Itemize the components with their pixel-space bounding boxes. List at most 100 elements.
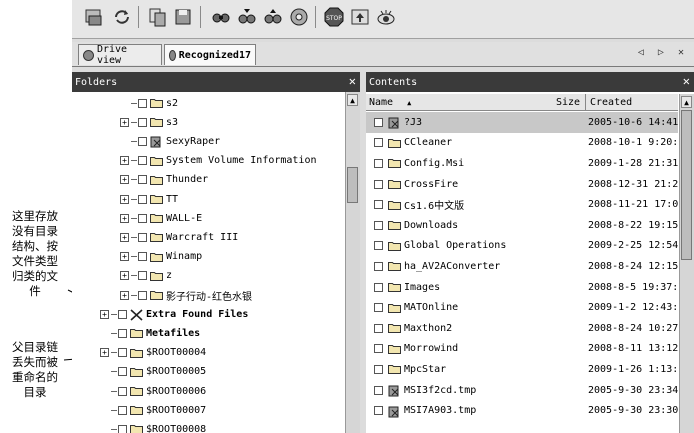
tree-checkbox[interactable] xyxy=(118,328,127,338)
tree-checkbox[interactable] xyxy=(118,424,127,433)
disk-map-icon[interactable] xyxy=(287,5,311,29)
row-checkbox[interactable] xyxy=(374,138,383,148)
find-next-icon[interactable] xyxy=(235,5,259,29)
table-row[interactable]: MSI3f2cd.tmp 2005-9-30 23:34 xyxy=(366,380,678,401)
row-checkbox[interactable] xyxy=(374,323,383,333)
close-icon[interactable]: ✕ xyxy=(349,74,356,88)
expand-toggle-icon[interactable]: + xyxy=(120,117,129,127)
column-header-size[interactable]: Size xyxy=(556,97,580,108)
tree-checkbox[interactable] xyxy=(118,309,127,319)
tree-item[interactable]: + 影子行动-红色水银 xyxy=(120,286,252,304)
table-row[interactable]: Maxthon2 2008-8-24 10:27 xyxy=(366,318,678,339)
tree-item[interactable]: + z xyxy=(120,267,172,285)
expand-toggle-icon[interactable]: + xyxy=(120,290,129,300)
tree-checkbox[interactable] xyxy=(138,252,147,262)
table-row[interactable]: CrossFire 2008-12-31 21:2 xyxy=(366,174,678,195)
tree-checkbox[interactable] xyxy=(138,156,147,166)
tree-item[interactable]: + System Volume Information xyxy=(120,152,317,170)
tree-checkbox[interactable] xyxy=(138,136,147,146)
row-checkbox[interactable] xyxy=(374,158,383,168)
copy-files-icon[interactable] xyxy=(146,5,170,29)
view-icon[interactable] xyxy=(374,5,398,29)
folders-scrollbar[interactable]: ▲ xyxy=(345,92,360,433)
scroll-up-icon[interactable]: ▲ xyxy=(347,94,358,106)
tab-drive-view[interactable]: Drive view xyxy=(78,44,162,66)
expand-toggle-icon[interactable]: + xyxy=(100,348,109,358)
row-checkbox[interactable] xyxy=(374,220,383,230)
row-checkbox[interactable] xyxy=(374,200,383,210)
tree-checkbox[interactable] xyxy=(138,194,147,204)
tree-item[interactable]: + Extra Found Files xyxy=(100,305,248,323)
row-checkbox[interactable] xyxy=(374,117,383,127)
tree-checkbox[interactable] xyxy=(138,213,147,223)
table-row[interactable]: MATOnline 2009-1-2 12:43: xyxy=(366,297,678,318)
tree-item[interactable]: + WALL-E xyxy=(120,209,202,227)
table-row[interactable]: ?J3 2005-10-6 14:41 xyxy=(366,112,678,133)
tree-checkbox[interactable] xyxy=(138,232,147,242)
tree-item[interactable]: + $ROOT00004 xyxy=(100,344,206,362)
scrollbar-thumb[interactable] xyxy=(681,110,692,260)
row-checkbox[interactable] xyxy=(374,282,383,292)
tree-checkbox[interactable] xyxy=(138,271,147,281)
scan-drive-icon[interactable] xyxy=(82,5,106,29)
tree-checkbox[interactable] xyxy=(118,348,127,358)
tree-checkbox[interactable] xyxy=(118,386,127,396)
row-checkbox[interactable] xyxy=(374,385,383,395)
column-header-name[interactable]: Name ▲ xyxy=(369,97,411,108)
find-previous-icon[interactable] xyxy=(261,5,285,29)
expand-toggle-icon[interactable]: + xyxy=(120,213,129,223)
expand-toggle-icon[interactable]: + xyxy=(120,175,129,185)
go-up-icon[interactable] xyxy=(348,5,372,29)
tree-checkbox[interactable] xyxy=(138,98,147,108)
table-row[interactable]: MpcStar 2009-1-26 1:13: xyxy=(366,359,678,380)
row-checkbox[interactable] xyxy=(374,261,383,271)
tree-item[interactable]: + Thunder xyxy=(120,171,208,189)
row-checkbox[interactable] xyxy=(374,179,383,189)
tree-item[interactable]: + TT xyxy=(120,190,178,208)
expand-toggle-icon[interactable]: + xyxy=(120,156,129,166)
expand-toggle-icon[interactable]: + xyxy=(120,252,129,262)
row-checkbox[interactable] xyxy=(374,241,383,251)
expand-toggle-icon[interactable]: + xyxy=(120,194,129,204)
table-row[interactable]: Cs1.6中文版 2008-11-21 17:0 xyxy=(366,194,678,215)
tree-item[interactable]: s2 xyxy=(120,94,178,112)
tree-checkbox[interactable] xyxy=(118,367,127,377)
row-checkbox[interactable] xyxy=(374,406,383,416)
table-row[interactable]: MSI7A903.tmp 2005-9-30 23:30 xyxy=(366,400,678,421)
tab-navigation[interactable]: ◁ ▷ ✕ xyxy=(638,47,688,58)
tree-item[interactable]: $ROOT00007 xyxy=(100,401,206,419)
row-checkbox[interactable] xyxy=(374,303,383,313)
tree-checkbox[interactable] xyxy=(118,405,127,415)
tree-checkbox[interactable] xyxy=(138,175,147,185)
tree-checkbox[interactable] xyxy=(138,117,147,127)
tree-checkbox[interactable] xyxy=(138,290,147,300)
find-icon[interactable] xyxy=(209,5,233,29)
table-row[interactable]: ha_AV2AConverter 2008-8-24 12:15 xyxy=(366,256,678,277)
table-row[interactable]: Images 2008-8-5 19:37: xyxy=(366,277,678,298)
table-row[interactable]: CCleaner 2008-10-1 9:20: xyxy=(366,133,678,154)
column-divider[interactable] xyxy=(585,94,586,111)
tree-item[interactable]: SexyRaper xyxy=(120,132,220,150)
table-row[interactable]: Config.Msi 2009-1-28 21:31 xyxy=(366,153,678,174)
stop-icon[interactable]: STOP xyxy=(322,5,346,29)
table-row[interactable]: Downloads 2008-8-22 19:15 xyxy=(366,215,678,236)
column-header-created[interactable]: Created xyxy=(590,97,632,108)
refresh-icon[interactable] xyxy=(110,5,134,29)
save-files-icon[interactable] xyxy=(172,5,196,29)
tree-item[interactable]: + s3 xyxy=(120,113,178,131)
expand-toggle-icon[interactable]: + xyxy=(120,271,129,281)
row-checkbox[interactable] xyxy=(374,344,383,354)
table-row[interactable]: Global Operations 2009-2-25 12:54 xyxy=(366,236,678,257)
scroll-up-icon[interactable]: ▲ xyxy=(681,96,692,108)
contents-scrollbar[interactable]: ▲ xyxy=(679,94,694,433)
tree-item[interactable]: + Winamp xyxy=(120,248,202,266)
expand-toggle-icon[interactable]: + xyxy=(120,232,129,242)
close-icon[interactable]: ✕ xyxy=(683,74,690,88)
expand-toggle-icon[interactable]: + xyxy=(100,309,109,319)
tree-item[interactable]: $ROOT00006 xyxy=(100,382,206,400)
table-row[interactable]: Morrowind 2008-8-11 13:12 xyxy=(366,339,678,360)
row-checkbox[interactable] xyxy=(374,364,383,374)
tree-item[interactable]: + Warcraft III xyxy=(120,228,238,246)
tab-recognized17[interactable]: Recognized17 xyxy=(164,44,256,65)
tree-item[interactable]: $ROOT00008 xyxy=(100,420,206,433)
